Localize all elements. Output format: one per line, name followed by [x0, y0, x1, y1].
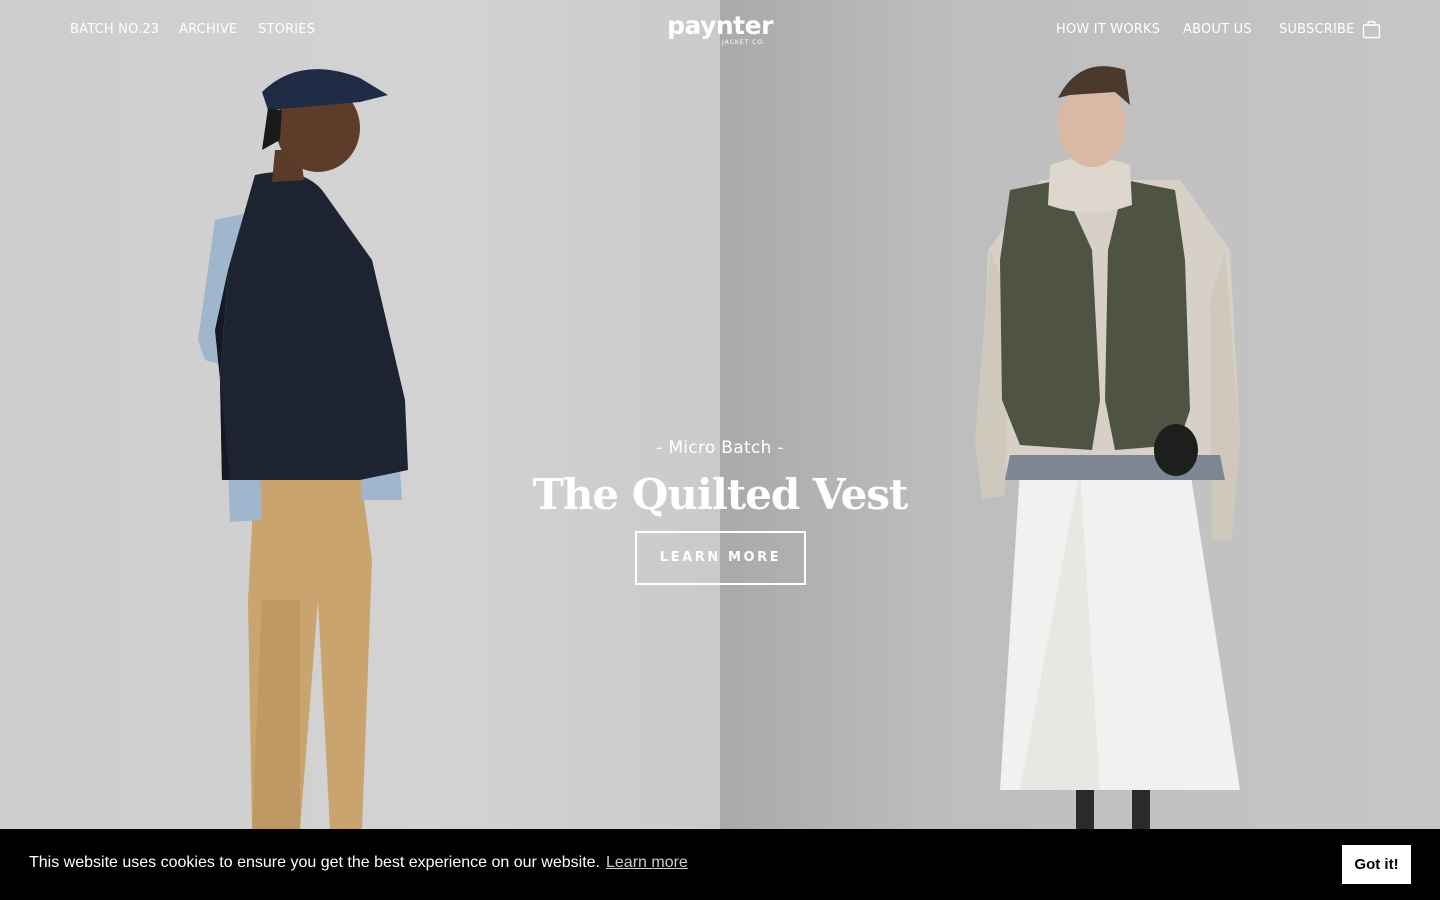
- learn-more-button[interactable]: LEARN MORE: [635, 531, 806, 585]
- hero-eyebrow: - Micro Batch -: [656, 438, 784, 458]
- cookie-message: This website uses cookies to ensure you …: [29, 854, 688, 872]
- nav-link-stories[interactable]: STORIES: [258, 22, 315, 37]
- nav-link-subscribe[interactable]: SUBSCRIBE: [1279, 22, 1355, 37]
- logo-subtext: JACKET CO.: [722, 39, 766, 46]
- cookie-message-text: This website uses cookies to ensure you …: [29, 854, 600, 871]
- cookie-banner: This website uses cookies to ensure you …: [0, 829, 1440, 900]
- logo-wordmark: paynter: [667, 11, 773, 40]
- site-logo[interactable]: paynter JACKET CO.: [664, 13, 776, 49]
- cookie-accept-button[interactable]: Got it!: [1342, 845, 1411, 884]
- nav-link-batch[interactable]: BATCH NO.23: [70, 22, 159, 37]
- nav-link-how-it-works[interactable]: HOW IT WORKS: [1056, 22, 1160, 37]
- nav-link-about-us[interactable]: ABOUT US: [1183, 22, 1252, 37]
- nav-link-archive[interactable]: ARCHIVE: [179, 22, 237, 37]
- site-header: BATCH NO.23 ARCHIVE STORIES paynter JACK…: [0, 0, 1440, 60]
- cookie-learn-more-link[interactable]: Learn more: [606, 854, 688, 871]
- shopping-bag-icon[interactable]: [1362, 20, 1381, 39]
- hero-title: The Quilted Vest: [532, 470, 909, 519]
